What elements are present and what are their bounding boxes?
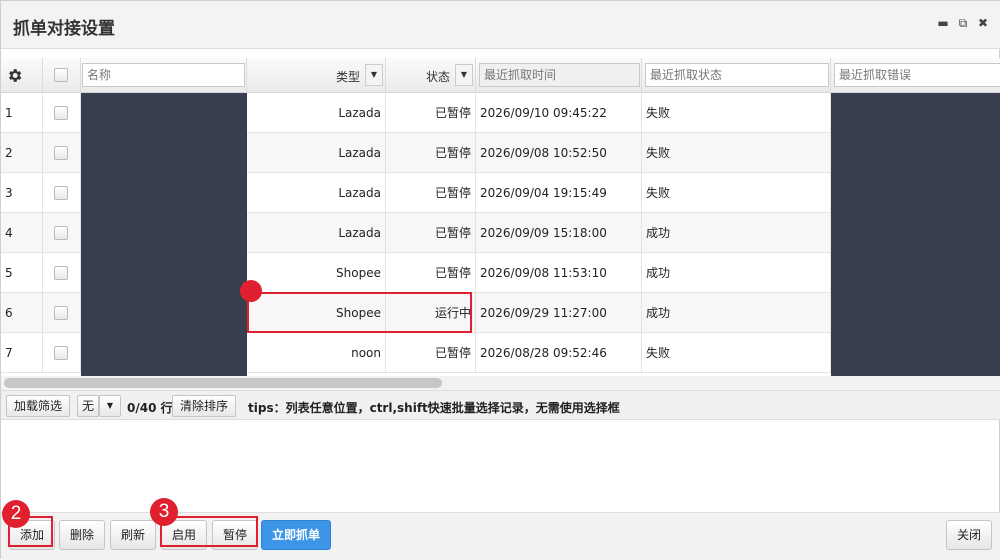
row-number: 6	[1, 293, 43, 333]
refresh-button[interactable]: 刷新	[110, 520, 157, 550]
load-filter-button[interactable]: 加载筛选	[6, 395, 71, 417]
delete-button[interactable]: 删除	[59, 520, 106, 550]
status-cell: 已暂停	[386, 133, 476, 173]
redacted-error-column	[831, 93, 1000, 376]
row-checkbox[interactable]	[54, 306, 68, 320]
status-column-header[interactable]: 状态 ▼	[386, 58, 476, 93]
fetch-now-button[interactable]: 立即抓单	[261, 520, 332, 550]
last-error-column-header: 最近抓取错误	[831, 58, 1000, 93]
last-time-cell: 2026/09/09 15:18:00	[476, 213, 642, 253]
filter-dropdown-icon[interactable]: ▼	[99, 395, 121, 417]
clear-sort-button[interactable]: 清除排序	[172, 395, 237, 417]
row-checkbox[interactable]	[54, 266, 68, 280]
last-time-cell: 2026/09/29 11:27:00	[476, 293, 642, 333]
last-status-cell: 失败	[642, 173, 831, 213]
row-count: 0/40 行	[127, 401, 173, 415]
tips-text: tips：列表任意位置，ctrl,shift快速批量选择记录，无需使用选择框	[248, 401, 620, 415]
name-filter-input[interactable]: 名称	[82, 63, 245, 87]
window-controls: ▬ ⧉ ✖	[937, 16, 989, 30]
type-cell: Lazada	[247, 213, 386, 253]
type-cell: Shopee	[247, 253, 386, 293]
running-row-highlight	[247, 292, 472, 333]
title-bar: 抓单对接设置 ▬ ⧉ ✖	[1, 1, 1000, 49]
select-all-checkbox[interactable]	[54, 68, 68, 82]
last-status-cell: 失败	[642, 93, 831, 133]
settings-column-header	[1, 58, 43, 93]
row-checkbox[interactable]	[54, 346, 68, 360]
status-cell: 已暂停	[386, 213, 476, 253]
dialog-title: 抓单对接设置	[13, 19, 115, 39]
type-column-label: 类型	[335, 70, 360, 84]
status-column-label: 状态	[425, 70, 450, 84]
close-icon[interactable]: ✖	[977, 16, 989, 30]
last-status-column-header: 最近抓取状态	[642, 58, 831, 93]
minimize-icon[interactable]: ▬	[937, 16, 949, 30]
last-status-cell: 失败	[642, 133, 831, 173]
status-dropdown-icon[interactable]: ▼	[455, 64, 473, 86]
filter-select[interactable]: 无	[77, 395, 100, 417]
row-checkbox[interactable]	[54, 106, 68, 120]
row-number: 5	[1, 253, 43, 293]
gear-icon[interactable]	[6, 67, 23, 84]
status-cell: 已暂停	[386, 333, 476, 373]
row-checkbox-cell	[43, 133, 81, 173]
last-time-cell: 2026/09/08 10:52:50	[476, 133, 642, 173]
last-time-cell: 2026/09/08 11:53:10	[476, 253, 642, 293]
row-number: 3	[1, 173, 43, 213]
last-time-cell: 2026/09/10 09:45:22	[476, 93, 642, 133]
row-checkbox-cell	[43, 213, 81, 253]
row-checkbox[interactable]	[54, 226, 68, 240]
row-checkbox[interactable]	[54, 186, 68, 200]
row-number: 1	[1, 93, 43, 133]
grid-header: 名称 类型 ▼ 状态 ▼ 最近抓取时间 最近抓取状态 最近抓取错误	[1, 58, 1000, 93]
order-fetch-settings-dialog: 抓单对接设置 ▬ ⧉ ✖ 名称 类型 ▼ 状态 ▼ 最近抓取时间 最近抓取状态 …	[0, 0, 1000, 560]
last-time-cell: 2026/08/28 09:52:46	[476, 333, 642, 373]
callout-marker-three: 3	[150, 498, 178, 526]
last-status-cell: 成功	[642, 293, 831, 333]
last-status-cell: 成功	[642, 253, 831, 293]
row-checkbox-cell	[43, 173, 81, 213]
grid-toolbar: 加载筛选 无 ▼ 0/40 行 清除排序 tips：列表任意位置，ctrl,sh…	[1, 390, 1000, 420]
row-number: 4	[1, 213, 43, 253]
name-column-header: 名称	[81, 58, 247, 93]
type-column-header[interactable]: 类型 ▼	[247, 58, 386, 93]
last-time-cell: 2026/09/04 19:15:49	[476, 173, 642, 213]
restore-icon[interactable]: ⧉	[957, 16, 969, 30]
data-grid: 名称 类型 ▼ 状态 ▼ 最近抓取时间 最近抓取状态 最近抓取错误 1 Laza…	[1, 58, 1000, 376]
close-button[interactable]: 关闭	[946, 520, 993, 550]
select-all-header	[43, 58, 81, 93]
status-cell: 已暂停	[386, 93, 476, 133]
type-cell: Lazada	[247, 173, 386, 213]
last-status-cell: 失败	[642, 333, 831, 373]
row-number: 7	[1, 333, 43, 373]
callout-marker-one	[240, 280, 262, 302]
scrollbar-thumb[interactable]	[4, 378, 442, 388]
status-cell: 已暂停	[386, 253, 476, 293]
last-status-filter-input[interactable]: 最近抓取状态	[645, 63, 829, 87]
last-status-cell: 成功	[642, 213, 831, 253]
type-cell: Lazada	[247, 133, 386, 173]
last-time-filter-input[interactable]: 最近抓取时间	[479, 63, 640, 87]
row-checkbox-cell	[43, 333, 81, 373]
row-checkbox-cell	[43, 253, 81, 293]
horizontal-scrollbar[interactable]	[1, 376, 1000, 390]
last-time-column-header: 最近抓取时间	[476, 58, 642, 93]
status-cell: 已暂停	[386, 173, 476, 213]
row-checkbox-cell	[43, 93, 81, 133]
type-dropdown-icon[interactable]: ▼	[365, 64, 383, 86]
redacted-name-column	[81, 93, 247, 376]
footer-toolbar: 添加 删除 刷新 启用 暂停 立即抓单 关闭	[1, 512, 1000, 560]
row-number: 2	[1, 133, 43, 173]
type-cell: noon	[247, 333, 386, 373]
row-checkbox[interactable]	[54, 146, 68, 160]
row-checkbox-cell	[43, 293, 81, 333]
callout-marker-two: 2	[2, 500, 30, 528]
last-error-filter-input[interactable]: 最近抓取错误	[834, 63, 1000, 87]
type-cell: Lazada	[247, 93, 386, 133]
